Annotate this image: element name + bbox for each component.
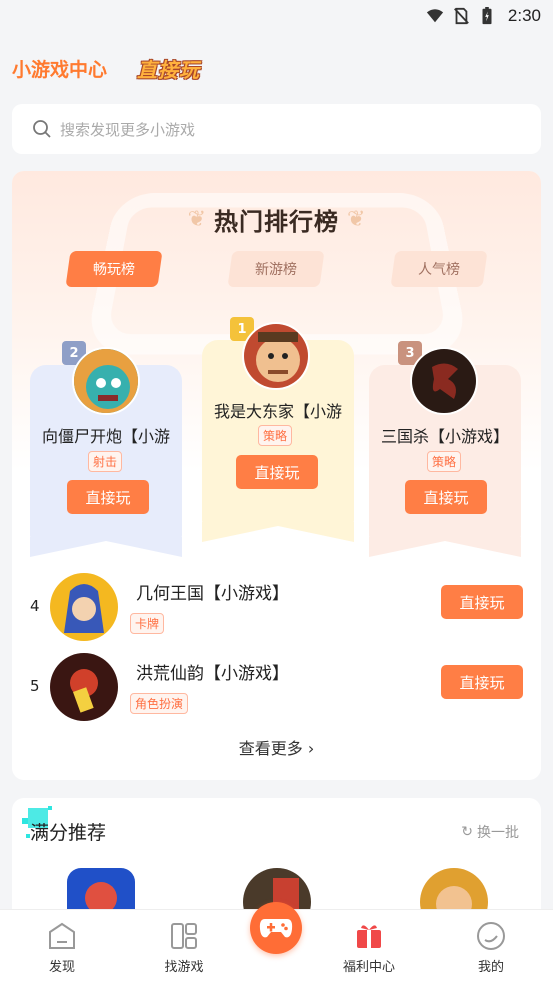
top-header: 小游戏中心 直接玩 bbox=[0, 48, 553, 88]
ranking-tabs: 畅玩榜 新游榜 人气榜 bbox=[12, 251, 541, 287]
top-game-name-1: 我是大东家【小游 bbox=[213, 402, 342, 421]
game-avatar-jihe[interactable] bbox=[50, 573, 118, 641]
nav-find-games[interactable]: 找游戏 bbox=[144, 920, 224, 975]
center-game-button[interactable] bbox=[250, 902, 302, 954]
tab-new-games[interactable]: 新游榜 bbox=[227, 251, 325, 287]
play-button-rank-4[interactable]: 直接玩 bbox=[441, 585, 523, 619]
list-rank: 5 bbox=[30, 677, 40, 695]
game-avatar-dadongjia[interactable] bbox=[242, 322, 310, 390]
play-button-rank-3[interactable]: 直接玩 bbox=[405, 480, 487, 514]
recommend-title: 满分推荐 bbox=[30, 822, 107, 844]
game-tag-2: 射击 bbox=[88, 451, 123, 472]
status-bar: 2:30 bbox=[0, 0, 553, 32]
battery-icon bbox=[482, 7, 492, 25]
list-game-name: 几何王国【小游戏】 bbox=[136, 584, 289, 604]
top-game-name-3: 三国杀【小游戏】 bbox=[380, 427, 509, 446]
status-time: 2:30 bbox=[507, 6, 541, 25]
refresh-button[interactable]: ↻ 换一批 bbox=[461, 822, 519, 842]
list-rank: 4 bbox=[30, 597, 40, 615]
gift-icon bbox=[357, 925, 381, 948]
ranking-card: ❦ 热门排行榜 ❦ 畅玩榜 新游榜 人气榜 2 向僵尸开炮【小游 射击 直接玩 … bbox=[12, 171, 541, 780]
game-tag-3: 策略 bbox=[427, 451, 462, 472]
list-item[interactable]: 5 洪荒仙韵【小游戏】 角色扮演 直接玩 bbox=[12, 651, 541, 723]
list-game-name: 洪荒仙韵【小游戏】 bbox=[136, 664, 289, 684]
home-icon bbox=[49, 922, 75, 949]
refresh-icon: ↻ bbox=[461, 824, 473, 840]
game-avatar-sanguosha[interactable] bbox=[410, 347, 478, 415]
tab-changwan[interactable]: 畅玩榜 bbox=[65, 251, 163, 287]
tab-popular[interactable]: 人气榜 bbox=[390, 251, 488, 287]
bottom-nav: 发现 找游戏 福利中心 我的 bbox=[0, 902, 553, 983]
play-button-rank-5[interactable]: 直接玩 bbox=[441, 665, 523, 699]
game-avatar-honghuang[interactable] bbox=[50, 653, 118, 721]
play-button-rank-2[interactable]: 直接玩 bbox=[67, 480, 149, 514]
nav-discover[interactable]: 发现 bbox=[22, 920, 102, 975]
game-tag-1: 策略 bbox=[258, 425, 293, 446]
list-game-tag: 角色扮演 bbox=[130, 693, 189, 714]
search-input[interactable]: 搜索发现更多小游戏 bbox=[12, 104, 541, 154]
ranking-title: 热门排行榜 bbox=[214, 207, 339, 236]
ranking-title-row: ❦ 热门排行榜 ❦ bbox=[12, 199, 541, 239]
app-title: 小游戏中心 bbox=[12, 58, 108, 81]
search-icon bbox=[33, 120, 51, 138]
see-more-link[interactable]: 查看更多 › bbox=[12, 735, 541, 759]
profile-icon bbox=[477, 922, 505, 950]
top-game-name-2: 向僵尸开炮【小游 bbox=[41, 427, 170, 446]
chevron-right-icon: › bbox=[302, 739, 315, 758]
list-item[interactable]: 4 几何王国【小游戏】 卡牌 直接玩 bbox=[12, 571, 541, 643]
wifi-icon bbox=[426, 9, 444, 23]
play-button-rank-1[interactable]: 直接玩 bbox=[236, 455, 318, 489]
laurel-right-icon: ❦ bbox=[347, 206, 366, 232]
nav-welfare[interactable]: 福利中心 bbox=[329, 920, 409, 975]
gamepad-icon bbox=[259, 919, 293, 938]
direct-play-logo[interactable]: 直接玩 bbox=[137, 54, 200, 83]
no-sim-icon bbox=[453, 7, 469, 25]
game-avatar-zombie[interactable] bbox=[72, 347, 140, 415]
laurel-left-icon: ❦ bbox=[187, 206, 206, 232]
nav-mine[interactable]: 我的 bbox=[451, 920, 531, 975]
list-game-tag: 卡牌 bbox=[130, 613, 165, 634]
search-placeholder: 搜索发现更多小游戏 bbox=[60, 120, 196, 139]
grid-icon bbox=[171, 923, 197, 949]
